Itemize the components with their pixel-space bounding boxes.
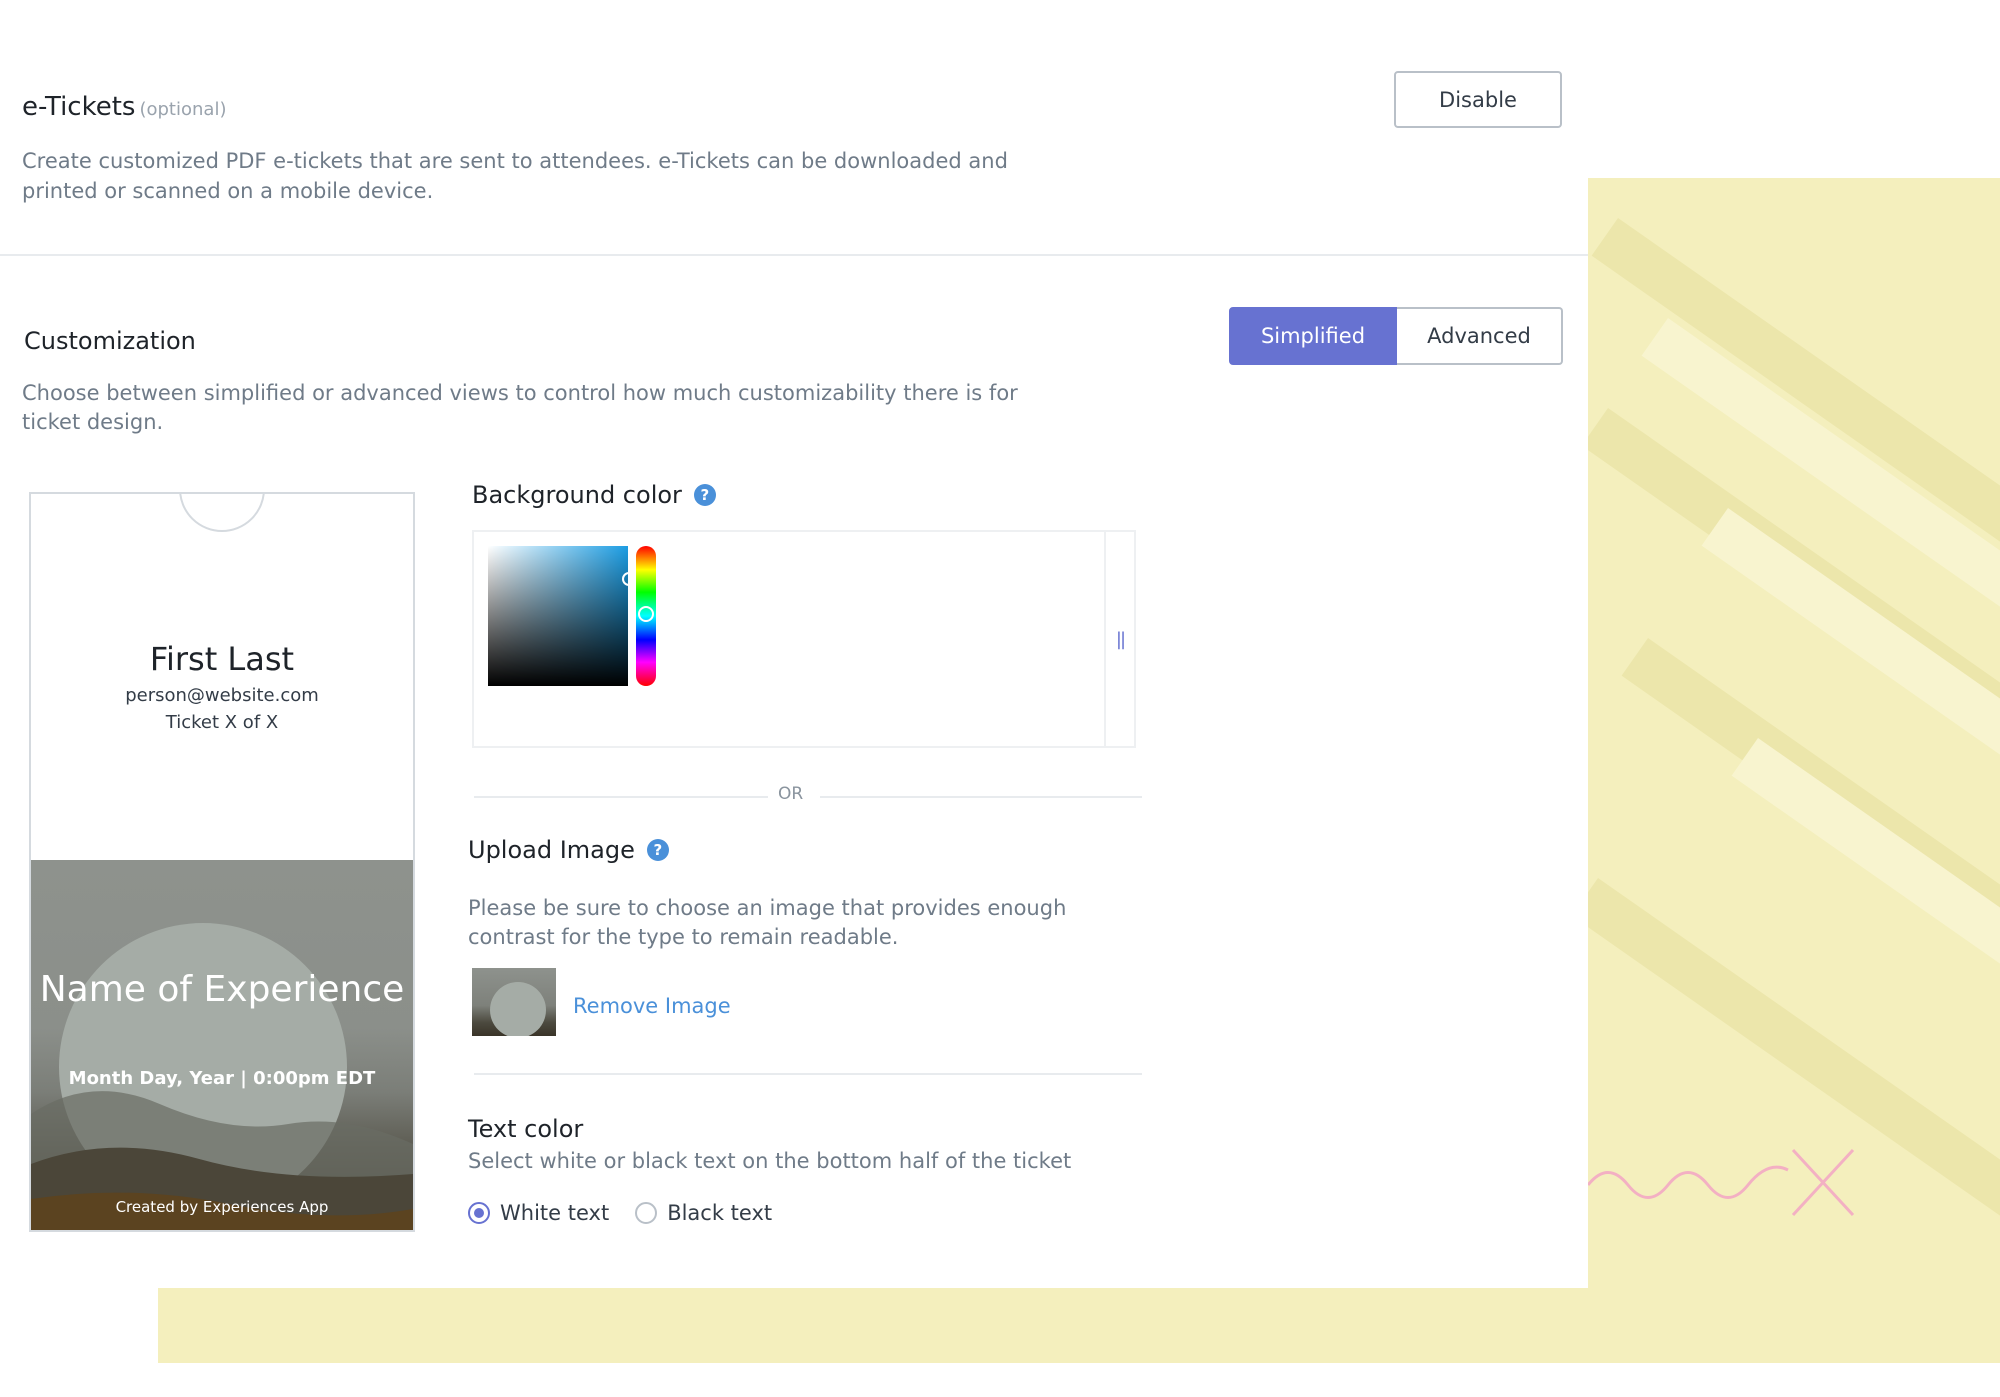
etickets-heading: e-Tickets (optional) [22, 92, 226, 122]
help-icon[interactable]: ? [693, 484, 716, 506]
etickets-description: Create customized PDF e-tickets that are… [22, 149, 1008, 203]
squiggle-decoration [1588, 1148, 1855, 1217]
decorative-background-bottom [158, 1288, 2000, 1363]
ticket-preview: First Last person@website.com Ticket X o… [29, 492, 415, 1232]
uploaded-image-thumbnail [472, 968, 556, 1036]
upload-divider [474, 1073, 1142, 1075]
ticket-attendee-name: First Last [149, 640, 295, 678]
disable-button[interactable]: Disable [1394, 71, 1562, 128]
white-text-label[interactable]: White text [500, 1201, 609, 1225]
text-color-heading: Text color [468, 1115, 583, 1143]
black-text-radio[interactable] [635, 1202, 658, 1224]
or-divider-right [820, 796, 1142, 798]
or-divider-left [474, 796, 768, 798]
ticket-image-area: Name of Experience Month Day, Year | 0:0… [31, 860, 413, 1230]
background-color-heading: Background color ? [472, 481, 716, 509]
remove-image-link[interactable]: Remove Image [573, 994, 731, 1018]
etickets-title: e-Tickets [22, 92, 136, 122]
ticket-date: Month Day, Year | 0:00pm EDT [68, 1068, 376, 1089]
upload-image-description: Please be sure to choose an image that p… [468, 896, 1067, 949]
hue-slider-handle[interactable] [638, 606, 654, 622]
thumbnail-circle [490, 982, 546, 1036]
text-color-options: White text Black text [468, 1201, 798, 1225]
ticket-number: Ticket X of X [165, 712, 279, 733]
customization-title: Customization [24, 327, 196, 355]
optional-label: (optional) [139, 99, 227, 120]
customization-description: Choose between simplified or advanced vi… [22, 381, 1018, 434]
color-selector-handle[interactable] [622, 572, 636, 586]
color-picker: || [472, 530, 1136, 748]
view-mode-toggle: Simplified Advanced [1229, 307, 1563, 365]
upload-image-label: Upload Image [468, 836, 635, 864]
settings-card: e-Tickets (optional) Create customized PD… [0, 44, 1588, 1288]
or-label: OR [778, 784, 804, 804]
ticket-credit: Created by Experiences App [115, 1198, 329, 1216]
simplified-button[interactable]: Simplified [1229, 307, 1397, 365]
upload-image-heading: Upload Image ? [468, 836, 669, 864]
ticket-attendee-email: person@website.com [125, 685, 319, 706]
text-color-label: Text color [468, 1115, 584, 1143]
ticket-experience-name: Name of Experience [39, 969, 405, 1010]
ticket-notch [179, 494, 265, 532]
picker-resize-handle[interactable]: || [1104, 532, 1134, 746]
section-divider [0, 254, 1588, 256]
advanced-button[interactable]: Advanced [1397, 307, 1563, 365]
text-color-description: Select white or black text on the bottom… [468, 1149, 1072, 1173]
black-text-label[interactable]: Black text [667, 1201, 772, 1225]
help-icon[interactable]: ? [646, 839, 669, 861]
saturation-value-area[interactable] [488, 546, 628, 686]
white-text-radio[interactable] [468, 1202, 490, 1224]
background-color-label: Background color [472, 481, 682, 509]
drag-handle-icon: || [1115, 628, 1126, 650]
